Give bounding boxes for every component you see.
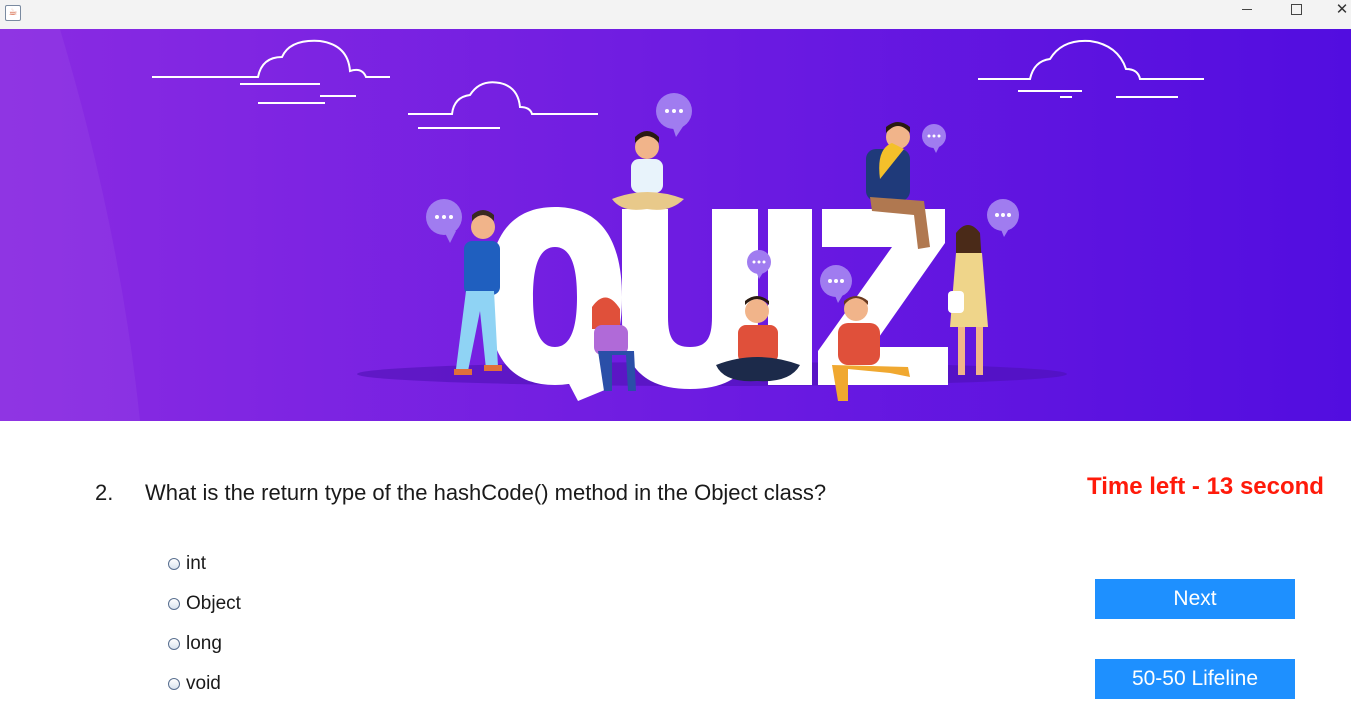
minimize-button[interactable] — [1224, 0, 1270, 29]
question-number: 2. — [95, 480, 114, 505]
radio-button[interactable] — [168, 678, 180, 690]
close-icon: ✕ — [1335, 0, 1349, 18]
option-int[interactable]: int — [168, 552, 206, 576]
quiz-banner-illustration — [0, 29, 1351, 421]
option-label: int — [186, 553, 207, 574]
quiz-banner — [0, 29, 1351, 421]
option-object[interactable]: Object — [168, 592, 241, 616]
question-text: What is the return type of the hashCode(… — [145, 480, 827, 505]
option-long[interactable]: long — [168, 632, 222, 656]
radio-button[interactable] — [168, 598, 180, 610]
timer-label: Time left - 13 second — [1087, 473, 1324, 500]
minimize-icon — [1242, 9, 1252, 10]
next-button[interactable]: Next — [1095, 579, 1295, 619]
maximize-button[interactable] — [1273, 0, 1319, 29]
lifeline-button[interactable]: 50-50 Lifeline — [1095, 659, 1295, 699]
option-label: void — [186, 673, 221, 694]
option-label: Object — [186, 593, 241, 614]
option-void[interactable]: void — [168, 672, 221, 696]
window-titlebar: ☕ ✕ — [0, 0, 1351, 30]
maximize-icon — [1290, 4, 1302, 15]
option-label: long — [186, 633, 222, 654]
radio-button[interactable] — [168, 638, 180, 650]
java-icon: ☕ — [5, 5, 21, 21]
radio-button[interactable] — [168, 558, 180, 570]
close-button[interactable]: ✕ — [1319, 0, 1351, 29]
